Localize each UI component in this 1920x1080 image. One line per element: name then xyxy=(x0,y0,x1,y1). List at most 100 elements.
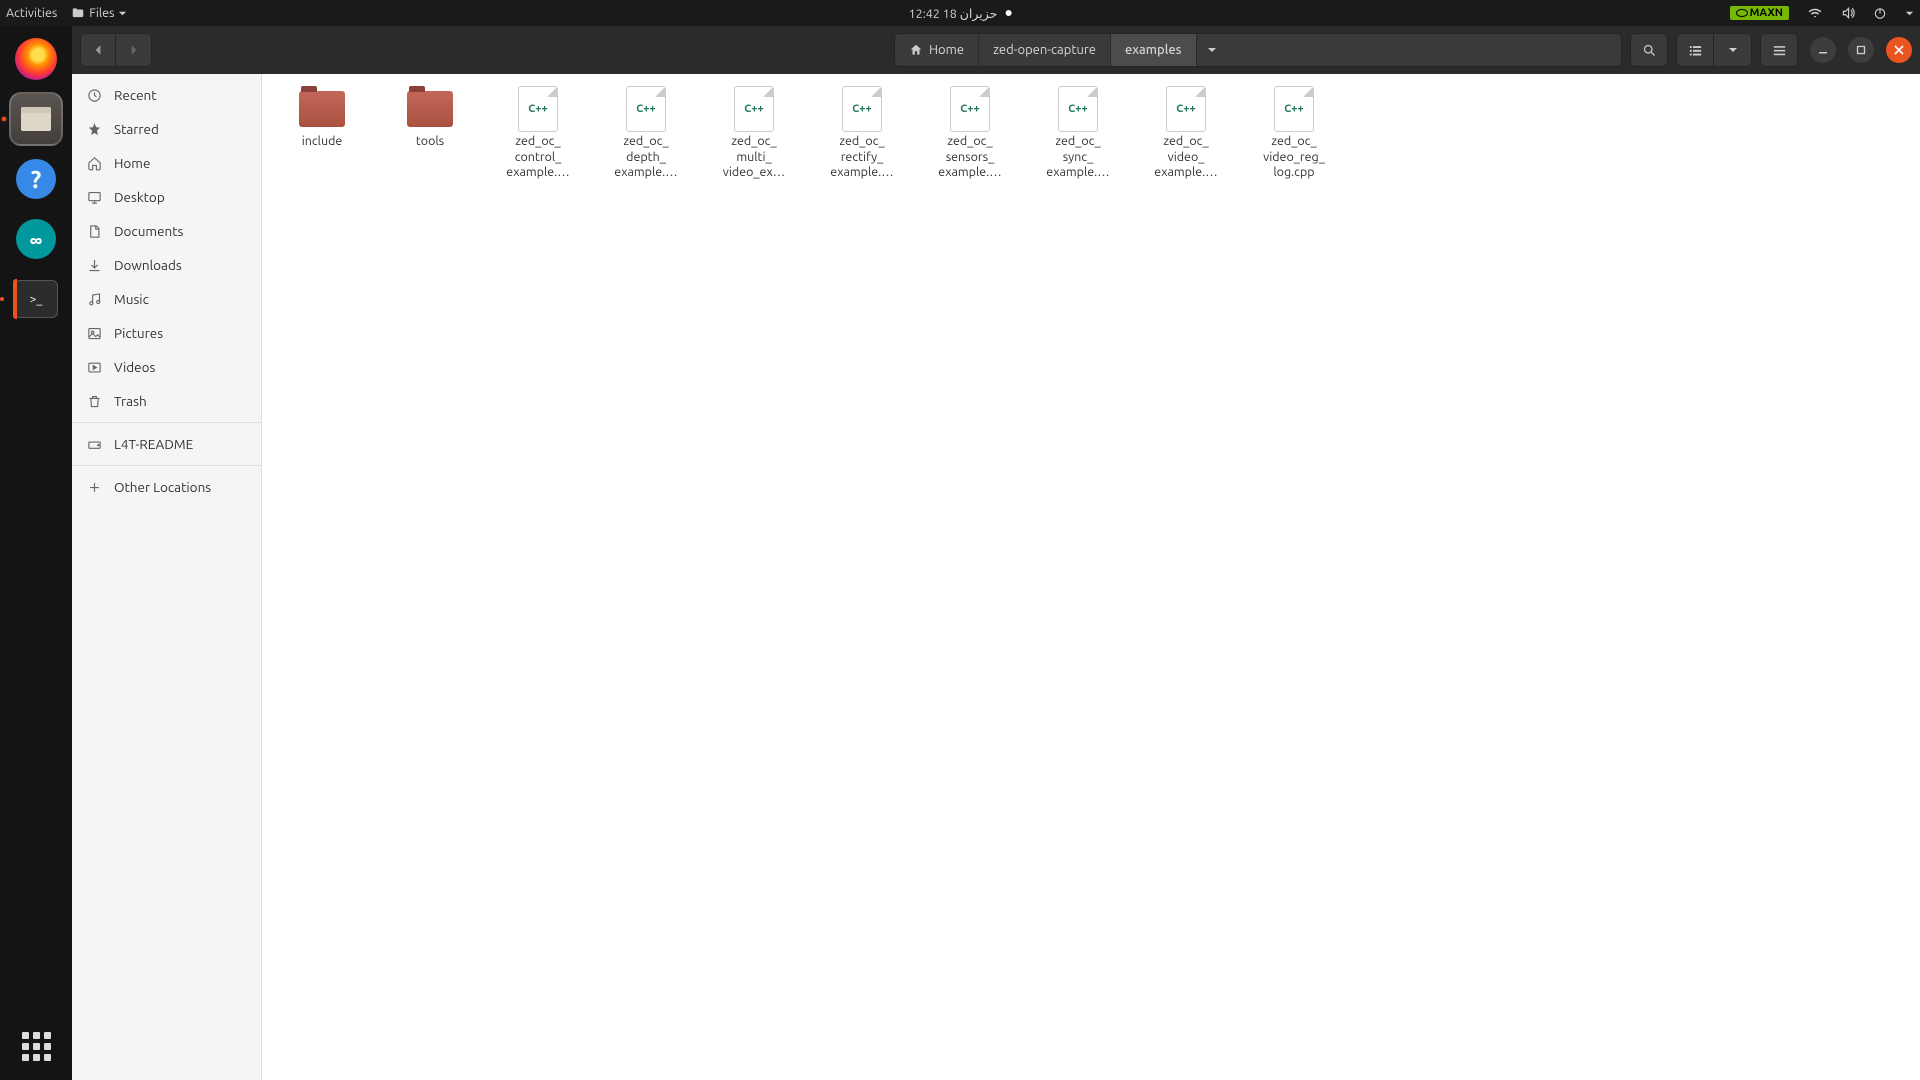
sidebar-item-desktop[interactable]: Desktop xyxy=(72,180,261,214)
top-panel: Activities Files 12:42 18 حزيران MAXN xyxy=(0,0,1920,26)
arduino-icon: ∞ xyxy=(16,219,56,259)
sidebar-item-label: Desktop xyxy=(114,189,165,205)
back-button[interactable] xyxy=(80,33,116,67)
sidebar-item-label: Trash xyxy=(114,393,147,409)
folder-icon xyxy=(71,6,85,20)
sidebar: Recent Starred Home Desktop Documents Do… xyxy=(72,74,262,1080)
file-label: zed_oc_ sensors_ example.… xyxy=(938,134,1001,181)
chevron-down-icon xyxy=(1207,45,1217,55)
file-label: zed_oc_ video_reg_ log.cpp xyxy=(1263,134,1325,181)
file-item[interactable]: C++ zed_oc_ depth_ example.… xyxy=(604,88,688,181)
dock-app-firefox[interactable] xyxy=(9,32,63,86)
sidebar-item-starred[interactable]: Starred xyxy=(72,112,261,146)
dock-app-arduino[interactable]: ∞ xyxy=(9,212,63,266)
sidebar-item-music[interactable]: Music xyxy=(72,282,261,316)
file-item[interactable]: C++ zed_oc_ rectify_ example.… xyxy=(820,88,904,181)
gpu-mode-badge[interactable]: MAXN xyxy=(1730,6,1789,20)
drive-icon xyxy=(86,436,102,452)
clock-icon xyxy=(86,87,102,103)
sidebar-item-label: Downloads xyxy=(114,257,182,273)
files-icon xyxy=(21,107,51,131)
hamburger-icon xyxy=(1772,43,1787,58)
breadcrumb-segment[interactable]: zed-open-capture xyxy=(979,34,1111,66)
headerbar: Home zed-open-capture examples xyxy=(72,26,1920,74)
search-button[interactable] xyxy=(1630,33,1668,67)
breadcrumb-label: Home xyxy=(929,43,964,57)
dock-app-help[interactable]: ? xyxy=(9,152,63,206)
maximize-icon xyxy=(1856,45,1866,55)
power-icon[interactable] xyxy=(1873,6,1887,20)
breadcrumb-home[interactable]: Home xyxy=(895,34,979,66)
firefox-icon xyxy=(15,38,57,80)
sidebar-item-label: Documents xyxy=(114,223,183,239)
file-item[interactable]: C++ zed_oc_ sensors_ example.… xyxy=(928,88,1012,181)
dock-app-terminal[interactable]: >_ xyxy=(9,272,63,326)
terminal-icon: >_ xyxy=(14,280,58,318)
file-item[interactable]: C++ zed_oc_ control_ example.… xyxy=(496,88,580,181)
maximize-button[interactable] xyxy=(1848,37,1874,63)
file-item[interactable]: include xyxy=(280,88,364,181)
chevron-right-icon xyxy=(128,44,140,56)
forward-button[interactable] xyxy=(116,33,152,67)
sidebar-item-label: Pictures xyxy=(114,325,163,341)
file-item[interactable]: C++ zed_oc_ video_ example.… xyxy=(1144,88,1228,181)
downloads-icon xyxy=(86,257,102,273)
path-menu-button[interactable] xyxy=(1197,45,1227,55)
music-icon xyxy=(86,291,102,307)
file-item[interactable]: C++ zed_oc_ sync_ example.… xyxy=(1036,88,1120,181)
sidebar-item-label: Other Locations xyxy=(114,479,211,495)
sidebar-item-trash[interactable]: Trash xyxy=(72,384,261,418)
app-menu-files[interactable]: Files xyxy=(71,6,127,20)
breadcrumb-current[interactable]: examples xyxy=(1111,34,1197,66)
chevron-down-icon[interactable] xyxy=(1905,9,1914,18)
nvidia-icon xyxy=(1736,9,1748,17)
close-icon xyxy=(1894,45,1904,55)
documents-icon xyxy=(86,223,102,239)
cpp-file-icon: C++ xyxy=(950,86,990,132)
sidebar-item-documents[interactable]: Documents xyxy=(72,214,261,248)
sidebar-item-home[interactable]: Home xyxy=(72,146,261,180)
videos-icon xyxy=(86,359,102,375)
cpp-file-icon: C++ xyxy=(1058,86,1098,132)
activities-button[interactable]: Activities xyxy=(6,6,57,20)
main-menu-button[interactable] xyxy=(1760,33,1798,67)
clock[interactable]: 12:42 18 حزيران xyxy=(909,6,1012,21)
chevron-down-icon xyxy=(1728,45,1738,55)
file-item[interactable]: tools xyxy=(388,88,472,181)
file-item[interactable]: C++ zed_oc_ video_reg_ log.cpp xyxy=(1252,88,1336,181)
volume-icon[interactable] xyxy=(1841,6,1855,20)
gpu-mode-label: MAXN xyxy=(1750,7,1783,19)
wifi-icon[interactable] xyxy=(1807,6,1823,20)
sidebar-item-label: L4T-README xyxy=(114,436,193,452)
minimize-icon xyxy=(1818,45,1828,55)
minimize-button[interactable] xyxy=(1810,37,1836,63)
view-options-button[interactable] xyxy=(1714,33,1752,67)
desktop-icon xyxy=(86,189,102,205)
file-label: zed_oc_ depth_ example.… xyxy=(614,134,677,181)
help-icon: ? xyxy=(16,159,56,199)
sidebar-item-label: Starred xyxy=(114,121,159,137)
sidebar-item-label: Music xyxy=(114,291,149,307)
home-icon xyxy=(909,43,923,57)
sidebar-item-downloads[interactable]: Downloads xyxy=(72,248,261,282)
star-icon xyxy=(86,121,102,137)
pictures-icon xyxy=(86,325,102,341)
sidebar-item-label: Home xyxy=(114,155,150,171)
file-label: include xyxy=(302,134,343,150)
sidebar-device[interactable]: L4T-README xyxy=(72,427,261,461)
sidebar-other-locations[interactable]: Other Locations xyxy=(72,470,261,504)
clock-text: 12:42 18 حزيران xyxy=(909,6,998,21)
path-bar: Home zed-open-capture examples xyxy=(894,33,1622,67)
cpp-file-icon: C++ xyxy=(842,86,882,132)
file-grid[interactable]: include tools C++ zed_oc_ control_ examp… xyxy=(262,74,1920,1080)
close-button[interactable] xyxy=(1886,37,1912,63)
dock-app-files[interactable] xyxy=(9,92,63,146)
sidebar-item-videos[interactable]: Videos xyxy=(72,350,261,384)
file-item[interactable]: C++ zed_oc_ multi_ video_ex… xyxy=(712,88,796,181)
sidebar-item-pictures[interactable]: Pictures xyxy=(72,316,261,350)
chevron-left-icon xyxy=(92,44,104,56)
sidebar-item-recent[interactable]: Recent xyxy=(72,78,261,112)
show-applications-button[interactable] xyxy=(16,1026,56,1066)
list-view-button[interactable] xyxy=(1676,33,1714,67)
trash-icon xyxy=(86,393,102,409)
